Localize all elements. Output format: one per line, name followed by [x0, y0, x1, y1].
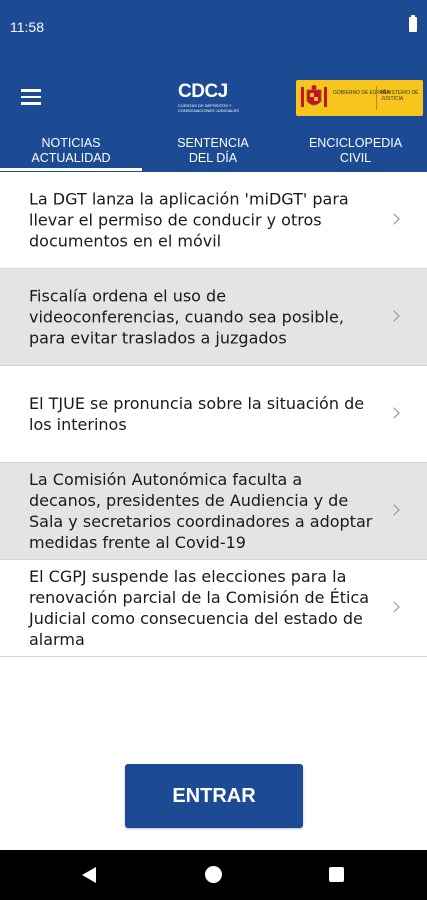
news-title: La DGT lanza la aplicación 'miDGT' para …: [29, 189, 349, 251]
news-title: La Comisión Autonómica faculta a decanos…: [29, 470, 373, 552]
news-title: Fiscalía ordena el uso de videoconferenc…: [29, 286, 344, 348]
app-header: CDCJ CUENTAS DE DEPÓSITOS Y CONSIGNACION…: [0, 56, 427, 128]
news-item[interactable]: El CGPJ suspende las elecciones para la …: [0, 560, 427, 657]
news-title: El TJUE se pronuncia sobre la situación …: [29, 394, 365, 434]
tab-label-line1: SENTENCIA: [177, 136, 249, 150]
tab-sentencia-del-dia[interactable]: SENTENCIA DEL DÍA: [142, 136, 284, 172]
tab-noticias-actualidad[interactable]: NOTICIAS ACTUALIDAD: [0, 136, 142, 172]
news-title: El CGPJ suspende las elecciones para la …: [29, 567, 370, 649]
logo-text: CDCJ: [178, 81, 228, 102]
back-icon[interactable]: [82, 867, 96, 883]
app-screen: 11:58 CDCJ CUENTAS DE DEPÓSITOS Y CONSIG…: [0, 0, 427, 900]
tab-label-line2: CIVIL: [339, 151, 372, 165]
status-time: 11:58: [10, 19, 44, 35]
chevron-right-icon: [388, 601, 400, 613]
tab-label-line2: ACTUALIDAD: [31, 151, 111, 165]
enter-button[interactable]: ENTRAR: [125, 764, 303, 828]
status-bar: 11:58: [0, 0, 427, 56]
home-icon[interactable]: [205, 866, 222, 883]
tab-label-line1: NOTICIAS: [41, 136, 101, 150]
coat-of-arms-icon: [301, 85, 327, 107]
tab-label-line1: ENCICLOPEDIA: [308, 136, 403, 150]
chevron-right-icon: [388, 407, 400, 419]
chevron-right-icon: [388, 310, 400, 322]
chevron-right-icon: [388, 504, 400, 516]
battery-icon: [409, 15, 417, 32]
chevron-right-icon: [388, 213, 400, 225]
cdcj-logo: CDCJ CUENTAS DE DEPÓSITOS Y CONSIGNACION…: [178, 82, 258, 118]
recent-apps-icon[interactable]: [329, 867, 344, 882]
news-item[interactable]: La DGT lanza la aplicación 'miDGT' para …: [0, 172, 427, 269]
tab-label-line2: DEL DÍA: [188, 151, 238, 165]
badge-divider: [376, 86, 377, 110]
hamburger-menu-icon[interactable]: [21, 89, 41, 105]
news-list: La DGT lanza la aplicación 'miDGT' para …: [0, 172, 427, 657]
government-badge: GOBIERNO DE ESPAÑA MINISTERIO DE JUSTICI…: [296, 80, 423, 116]
news-item[interactable]: Fiscalía ordena el uso de videoconferenc…: [0, 269, 427, 366]
logo-subtitle: CUENTAS DE DEPÓSITOS Y CONSIGNACIONES JU…: [178, 103, 239, 113]
tab-enciclopedia-civil[interactable]: ENCICLOPEDIA CIVIL: [284, 136, 427, 172]
tab-bar: NOTICIAS ACTUALIDAD SENTENCIA DEL DÍA EN…: [0, 128, 427, 172]
selected-tab-indicator: [0, 168, 142, 171]
ministry-text: MINISTERIO DE JUSTICIA: [381, 90, 419, 102]
system-nav-bar: [0, 850, 427, 900]
news-item[interactable]: La Comisión Autonómica faculta a decanos…: [0, 463, 427, 560]
news-item[interactable]: El TJUE se pronuncia sobre la situación …: [0, 366, 427, 463]
